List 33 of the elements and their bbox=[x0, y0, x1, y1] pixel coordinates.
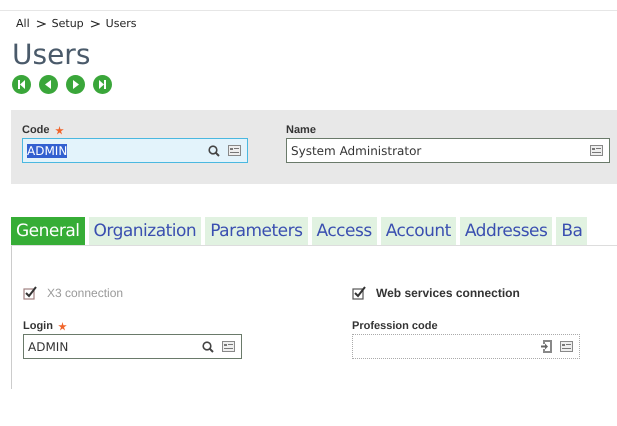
chevron-icon bbox=[36, 18, 46, 28]
text-field[interactable]: System Administrator bbox=[286, 138, 610, 163]
checkbox-label: Web services connection bbox=[376, 286, 520, 300]
field-label: Login bbox=[23, 320, 53, 332]
field-label: Name bbox=[286, 124, 316, 136]
previous-record-icon[interactable] bbox=[39, 75, 58, 94]
text-field[interactable]: ADMIN bbox=[23, 334, 242, 359]
required-star-icon bbox=[54, 126, 64, 134]
search-icon[interactable] bbox=[208, 144, 220, 156]
card-icon[interactable] bbox=[228, 145, 241, 156]
chevron-icon bbox=[90, 18, 100, 28]
breadcrumb-link[interactable]: Users bbox=[106, 17, 136, 30]
first-record-icon[interactable] bbox=[12, 75, 31, 94]
next-record-icon[interactable] bbox=[66, 75, 85, 94]
checkbox[interactable] bbox=[352, 286, 367, 300]
field-label: Profession code bbox=[352, 320, 438, 332]
search-icon[interactable] bbox=[202, 340, 214, 352]
tab[interactable]: Access bbox=[312, 217, 377, 245]
field-label: Code bbox=[22, 124, 50, 136]
page-title: Users bbox=[12, 38, 90, 71]
tab[interactable]: Addresses bbox=[460, 217, 552, 245]
required-star-icon bbox=[58, 322, 67, 330]
breadcrumb-link[interactable]: All bbox=[16, 17, 30, 30]
card-icon[interactable] bbox=[590, 145, 603, 156]
checkbox-label: X3 connection bbox=[47, 286, 124, 300]
tab[interactable]: Organization bbox=[88, 217, 202, 245]
breadcrumb-link[interactable]: Setup bbox=[52, 17, 84, 30]
tab[interactable]: Parameters bbox=[205, 217, 308, 245]
tab[interactable]: Account bbox=[380, 217, 456, 245]
text-field[interactable]: ADMIN bbox=[22, 138, 248, 163]
tab[interactable]: Ba bbox=[556, 217, 588, 245]
card-icon[interactable] bbox=[222, 341, 235, 352]
last-record-icon[interactable] bbox=[93, 75, 112, 94]
